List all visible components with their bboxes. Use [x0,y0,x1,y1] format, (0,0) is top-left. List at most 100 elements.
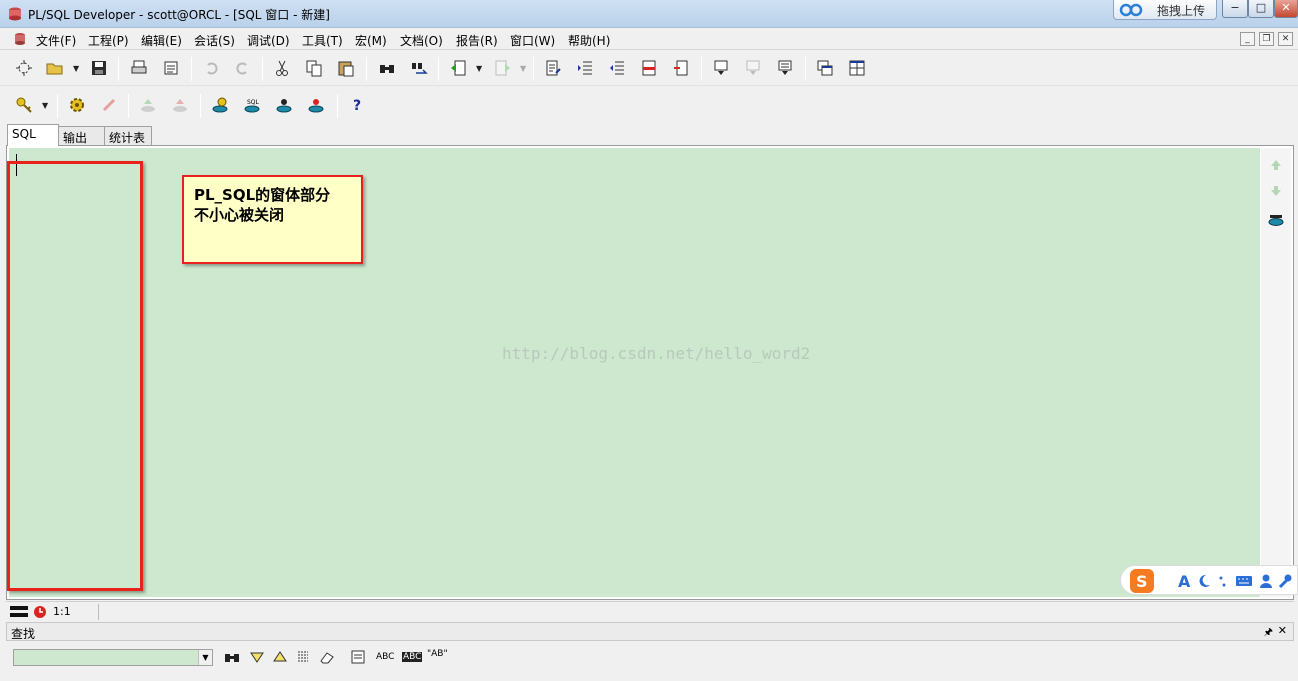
minimize-button[interactable]: − [1222,0,1248,18]
execute-icon[interactable] [209,94,231,116]
sogou-icon[interactable]: S [1129,568,1155,594]
menu-tools[interactable]: 工具(T) [302,32,343,49]
sql-editor[interactable]: http://blog.csdn.net/hello_word2 PL_SQL的… [7,148,1260,597]
database-icon[interactable] [1267,210,1285,228]
window-title: PL/SQL Developer - scott@ORCL - [SQL 窗口 … [28,8,330,22]
mdi-minimize-button[interactable]: _ [1240,32,1255,46]
indent-icon[interactable] [574,57,596,79]
edit-doc-icon[interactable] [542,57,564,79]
mdi-close-button[interactable]: ✕ [1278,32,1293,46]
editor-tabs: SQL 输出 统计表 [0,124,1298,146]
print-preview-icon[interactable] [160,57,182,79]
toolbar-separator [57,94,58,118]
key-icon[interactable] [13,94,35,116]
menu-help[interactable]: 帮助(H) [568,32,610,49]
arrow-up-icon[interactable] [1269,158,1283,172]
describe-icon[interactable] [710,57,732,79]
arrow-down-icon[interactable] [1269,184,1283,198]
user-icon[interactable] [1259,573,1273,589]
wrench-icon[interactable] [1277,573,1293,589]
forward-icon[interactable] [492,57,514,79]
menu-reports[interactable]: 报告(R) [456,32,498,49]
print-icon[interactable] [128,57,150,79]
new-icon[interactable] [13,57,35,79]
save-icon[interactable] [88,57,110,79]
menu-session[interactable]: 会话(S) [194,32,235,49]
forward-dropdown-icon[interactable]: ▼ [520,64,528,73]
find-history-dropdown[interactable]: ▼ [198,650,212,665]
find-input[interactable]: ▼ [13,649,213,666]
menu-file[interactable]: 文件(F) [36,32,76,49]
paste-icon[interactable] [335,57,357,79]
ime-toolbar: S A [1120,565,1298,595]
toolbar-separator [200,94,201,118]
query-icon[interactable] [774,57,796,79]
comment-icon[interactable] [638,57,660,79]
toolbar-separator [262,57,263,81]
highlight-all-icon[interactable] [296,649,310,665]
break-icon[interactable] [98,94,120,116]
find-next-icon[interactable] [250,651,264,663]
copy-icon[interactable] [303,57,325,79]
back-icon[interactable] [447,57,469,79]
tab-statistics[interactable]: 统计表 [104,126,152,146]
menu-docs[interactable]: 文档(O) [400,32,443,49]
explain-plan-icon[interactable] [305,94,327,116]
app-icon [9,7,21,21]
keyboard-icon[interactable] [1235,574,1253,588]
tab-output[interactable]: 输出 [58,126,105,146]
watermark: http://blog.csdn.net/hello_word2 [502,344,811,363]
ime-letter-icon[interactable]: A [1177,572,1193,590]
match-case-toggle[interactable]: ABC [376,652,394,662]
ime-punct-icon[interactable] [1217,573,1229,589]
document-db-icon[interactable] [12,31,28,47]
maximize-button[interactable]: □ [1248,0,1274,18]
menu-debug[interactable]: 调试(D) [247,32,290,49]
toolbar-separator [118,57,119,81]
close-find-icon[interactable]: ✕ [1278,624,1287,637]
whole-word-toggle[interactable]: ABC [402,652,423,662]
rollback-disabled-icon[interactable] [169,94,191,116]
tile-windows-icon[interactable] [846,57,868,79]
sessions-icon[interactable] [273,94,295,116]
menu-window[interactable]: 窗口(W) [510,32,555,49]
svg-text:S: S [1136,572,1148,591]
clear-icon[interactable] [319,650,335,664]
pin-icon[interactable]: 🖈 [1264,625,1273,642]
lines-icon [10,606,28,617]
back-dropdown-icon[interactable]: ▼ [476,64,484,73]
tab-sql[interactable]: SQL [7,124,59,146]
open-dropdown-icon[interactable]: ▼ [73,64,81,73]
uncomment-icon[interactable] [670,57,692,79]
commit-disabled-icon[interactable] [137,94,159,116]
redo-icon[interactable] [232,57,254,79]
toolbar-separator [701,57,702,81]
find-options-icon[interactable] [351,650,365,664]
find-panel-title: 查找 [11,627,36,641]
menu-macro[interactable]: 宏(M) [355,32,387,49]
ime-moon-icon[interactable] [1197,573,1211,589]
open-icon[interactable] [44,57,66,79]
cut-icon[interactable] [271,57,293,79]
find-toolbar: ▼ ABC ABC "AB" [6,641,1294,679]
find-previous-icon[interactable] [273,651,287,663]
close-button[interactable]: ✕ [1274,0,1298,18]
find-binoculars-icon[interactable] [224,649,240,665]
toolbar-separator [128,94,129,118]
find-icon[interactable] [376,57,398,79]
undo-icon[interactable] [200,57,222,79]
replace-icon[interactable] [408,57,430,79]
help-icon[interactable]: ? [346,94,368,116]
upload-button[interactable]: 拖拽上传 [1113,0,1217,20]
outdent-icon[interactable] [606,57,628,79]
upload-label: 拖拽上传 [1157,4,1206,18]
menu-project[interactable]: 工程(P) [88,32,129,49]
cascade-windows-icon[interactable] [814,57,836,79]
sql-execute-icon[interactable]: SQL [241,94,263,116]
compile-icon[interactable] [66,94,88,116]
describe-disabled-icon[interactable] [742,57,764,79]
key-dropdown-icon[interactable]: ▼ [42,101,50,110]
menu-edit[interactable]: 编辑(E) [141,32,182,49]
mdi-restore-button[interactable]: ❐ [1259,32,1274,46]
quoted-toggle[interactable]: "AB" [427,649,448,659]
